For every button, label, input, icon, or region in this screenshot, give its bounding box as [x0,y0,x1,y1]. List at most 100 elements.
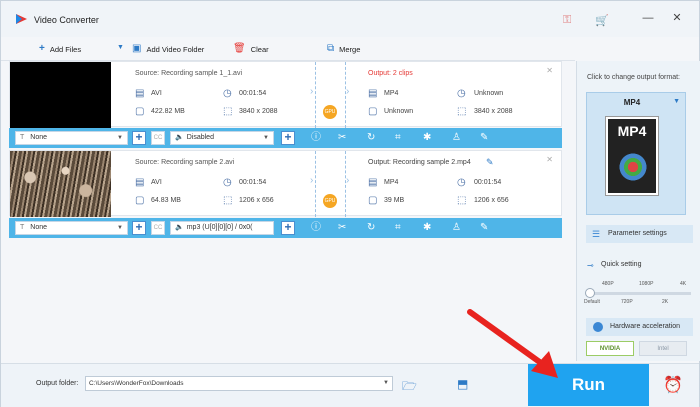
output-format-selector[interactable]: MP4 ▼ MP4 [586,92,686,215]
out-size: 39 MB [384,197,405,204]
chip-icon [593,322,603,332]
add-audio-button[interactable]: + [281,131,295,145]
app-window: Video Converter ⚿ 🛒 — ✕ + Add Files ▼ ▣ … [0,0,700,407]
output-folder-field[interactable]: C:\Users\WonderFox\Downloads ▼ [85,376,393,391]
info-icon[interactable]: ⓘ [311,222,321,234]
minimize-button[interactable]: — [641,11,655,25]
speaker-icon: 🔈 [175,224,184,231]
out-format: MP4 [384,90,399,97]
caret-down-icon: ▼ [117,225,123,231]
run-button[interactable]: Run [528,364,649,406]
out-format: MP4 [384,179,399,186]
rename-pencil-icon[interactable]: ✎ [486,157,494,168]
watermark-icon[interactable]: ♙ [452,132,461,144]
hardware-acceleration-button[interactable]: Hardware acceleration [586,318,693,336]
effects-icon[interactable]: ✱ [423,222,431,234]
audio-track-select[interactable]: 🔈 Disabled ▼ [170,131,274,145]
arrow-right-icon: › [346,175,350,186]
scissors-icon[interactable]: ✂ [338,222,346,234]
edit-icon[interactable]: ✎ [480,222,488,234]
remove-row-icon[interactable]: ✕ [546,66,553,75]
caret-down-icon: ▼ [673,98,680,105]
src-format: AVI [151,179,162,186]
clear-label: Clear [250,44,269,54]
arrow-right-icon: › [310,175,314,186]
merge-button[interactable]: ⧉ Merge [327,44,360,54]
rotate-icon[interactable]: ↻ [367,222,375,234]
open-folder-icon[interactable]: ⬒ [457,377,468,391]
output-title: Output: 2 clips [368,70,413,77]
alarm-clock-icon[interactable]: ⏰ [663,375,683,395]
rotate-icon[interactable]: ↻ [367,132,375,144]
quick-setting-label: Quick setting [601,261,642,268]
gpu-badge: GPU [323,194,337,208]
add-video-folder-button[interactable]: ▣ Add Video Folder [132,44,204,54]
format-badge-text: MP4 [617,123,647,139]
toolbar: + Add Files ▼ ▣ Add Video Folder 🗑 Clear… [1,37,575,61]
format-name: MP4 [623,98,641,107]
out-size: Unknown [384,108,414,115]
parameter-settings-button[interactable]: ☰ Parameter settings [586,225,693,243]
add-audio-button[interactable]: + [281,221,295,235]
key-icon[interactable]: ⚿ [563,14,571,27]
intel-label: Intel [657,346,669,352]
file-size-icon: ▢ [135,195,145,206]
change-format-label: Click to change output format: [587,74,680,81]
clear-button[interactable]: 🗑 Clear [233,44,269,54]
intel-option[interactable]: Intel [639,341,687,356]
row-control-bar: T None ▼ + CC 🔈 mp3 (U[0][0][0] / 0x0( + ⓘ… [9,218,562,238]
format-icon: ▤ [135,88,145,99]
quality-slider-knob[interactable] [585,288,595,298]
output-folder-path: C:\Users\WonderFox\Downloads [89,380,184,387]
add-subtitle-button[interactable]: + [132,131,146,145]
add-files-label: Add Files [49,44,82,54]
remove-row-icon[interactable]: ✕ [546,155,553,164]
tick-label: Default [584,299,600,305]
src-format: AVI [151,90,162,97]
add-subtitle-button[interactable]: + [132,221,146,235]
cart-icon[interactable]: 🛒 [595,14,609,27]
quick-setting-icon: ⊸ [587,261,594,270]
src-duration: 00:01:54 [239,90,267,97]
video-thumbnail[interactable] [10,151,111,217]
clock-icon: ◷ [223,88,232,99]
add-files-button[interactable]: + Add Files [39,44,81,54]
file-size-icon: ▢ [135,106,145,117]
caret-down-icon: ▼ [117,135,123,141]
close-window-button[interactable]: ✕ [670,11,684,25]
tick-label: 4K [680,281,687,287]
edit-icon[interactable]: ✎ [480,132,488,144]
cc-icon[interactable]: CC [151,221,165,235]
file-row[interactable]: Source: Recording sample 2.avi ▤ AVI ◷ 0… [9,150,562,217]
watermark-icon[interactable]: ♙ [452,222,461,234]
src-duration: 00:01:54 [239,179,267,186]
scissors-icon[interactable]: ✂ [338,132,346,144]
browse-folder-icon[interactable]: 🗁 [402,377,417,398]
tick-label: 480P [602,281,614,287]
video-thumbnail[interactable] [10,62,111,128]
film-reel-graphic [616,145,650,185]
info-icon[interactable]: ⓘ [311,132,321,144]
resolution-icon: ⬚ [457,106,467,117]
add-video-folder-label: Add Video Folder [146,44,205,54]
source-title: Source: Recording sample 1_1.avi [135,70,243,77]
crop-icon[interactable]: ⌗ [395,132,401,144]
cc-icon[interactable]: CC [151,131,165,145]
crop-icon[interactable]: ⌗ [395,222,401,234]
subtitle-select[interactable]: T None ▼ [15,221,128,235]
nvidia-option[interactable]: NVIDIA [586,341,634,356]
add-files-dropdown[interactable]: ▼ [117,44,124,51]
file-row[interactable]: Source: Recording sample 1_1.avi ▤ AVI ◷… [9,61,562,128]
quality-slider-track[interactable] [589,292,691,295]
subtitle-select[interactable]: T None ▼ [15,131,128,145]
clock-icon: ◷ [457,88,466,99]
file-size-icon: ▢ [368,195,378,206]
file-size-icon: ▢ [368,106,378,117]
subtitle-value: None [30,224,48,231]
src-resolution: 3840 x 2088 [239,108,278,115]
output-folder-label: Output folder: [36,380,79,387]
src-size: 64.83 MB [151,197,181,204]
effects-icon[interactable]: ✱ [423,132,431,144]
audio-track-select[interactable]: 🔈 mp3 (U[0][0][0] / 0x0( [170,221,274,235]
output-title: Output: Recording sample 2.mp4 [368,159,471,166]
